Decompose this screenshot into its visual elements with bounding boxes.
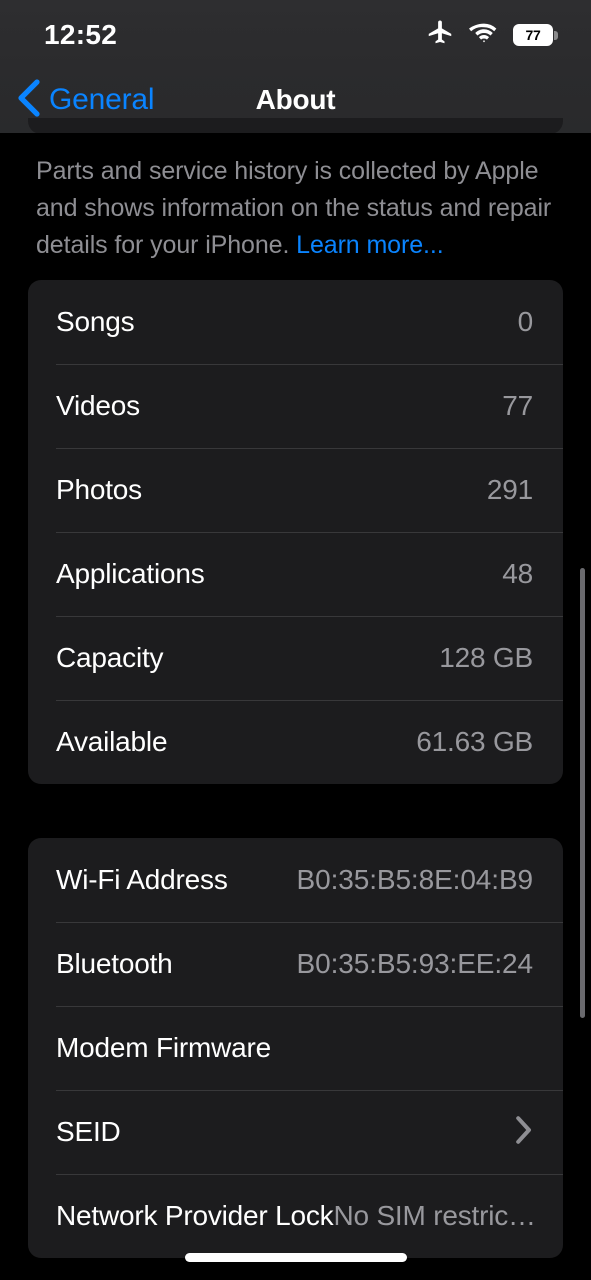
table-row[interactable]: Photos 291 [28, 448, 563, 532]
table-row[interactable]: Wi-Fi Address B0:35:B5:8E:04:B9 [28, 838, 563, 922]
table-row[interactable]: Network Provider Lock No SIM restric… [28, 1174, 563, 1258]
chevron-right-icon [515, 1115, 533, 1150]
row-accessory: No SIM restric… [333, 1200, 536, 1232]
table-row[interactable]: Songs 0 [28, 280, 563, 364]
home-indicator[interactable] [184, 1253, 407, 1262]
status-bar-indicators: 77 [425, 18, 558, 53]
battery-cap [554, 30, 558, 40]
row-value: 128 GB [439, 642, 533, 673]
row-accessory: 291 [487, 474, 533, 506]
row-label: Network Provider Lock [56, 1200, 334, 1231]
table-row[interactable]: Applications 48 [28, 532, 563, 616]
row-accessory: 128 GB [439, 642, 533, 674]
row-value: 77 [502, 390, 533, 421]
row-value: No SIM restric… [333, 1200, 536, 1231]
row-label: Applications [56, 558, 205, 589]
row-label: SEID [56, 1116, 121, 1147]
table-row[interactable]: Modem Firmware [28, 1006, 563, 1090]
table-row[interactable]: SEID [28, 1090, 563, 1174]
row-label: Wi-Fi Address [56, 864, 228, 895]
scrolled-card-edge [28, 118, 563, 134]
row-label: Bluetooth [56, 948, 173, 979]
parts-service-history-note: Parts and service history is collected b… [0, 133, 591, 264]
row-label: Modem Firmware [56, 1032, 272, 1063]
row-accessory [501, 1115, 533, 1150]
chevron-left-icon [16, 78, 42, 123]
vertical-scrollbar[interactable] [580, 568, 585, 1018]
storage-info-group: Songs 0 Videos 77 Photos 291 Application… [28, 280, 563, 784]
row-value: 48 [502, 558, 533, 589]
back-button[interactable]: General [16, 77, 155, 123]
row-value: 291 [486, 474, 533, 505]
note-text: Parts and service history is collected b… [36, 157, 552, 259]
back-button-label: General [49, 82, 155, 116]
row-label: Songs [56, 306, 135, 337]
row-value: B0:35:B5:93:EE:24 [296, 948, 534, 979]
status-bar: 12:52 77 [0, 0, 591, 66]
row-label: Capacity [56, 642, 164, 673]
learn-more-link[interactable]: Learn more... [296, 231, 443, 259]
wifi-icon [468, 21, 500, 50]
table-row[interactable]: Bluetooth B0:35:B5:93:EE:24 [28, 922, 563, 1006]
row-accessory: B0:35:B5:93:EE:24 [296, 948, 534, 980]
iphone-screen: 12:52 77 About General Parts and service… [0, 0, 591, 1280]
row-accessory: 61.63 GB [416, 726, 533, 758]
row-accessory: 77 [502, 390, 533, 422]
table-row[interactable]: Capacity 128 GB [28, 616, 563, 700]
table-row[interactable]: Available 61.63 GB [28, 700, 563, 784]
row-value: 61.63 GB [416, 726, 533, 757]
row-value: 0 [517, 306, 534, 337]
row-label: Available [56, 726, 168, 757]
row-label: Photos [56, 474, 142, 505]
settings-scroll-view[interactable]: Parts and service history is collected b… [0, 133, 591, 1280]
battery-percent-label: 77 [525, 27, 541, 43]
hardware-info-group: Wi-Fi Address B0:35:B5:8E:04:B9 Bluetoot… [28, 838, 563, 1258]
row-label: Videos [56, 390, 140, 421]
row-value: B0:35:B5:8E:04:B9 [296, 864, 534, 895]
table-row[interactable]: Videos 77 [28, 364, 563, 448]
row-accessory: 48 [502, 558, 533, 590]
row-accessory: B0:35:B5:8E:04:B9 [296, 864, 534, 896]
battery-icon: 77 [513, 24, 558, 47]
status-bar-clock: 12:52 [44, 19, 118, 50]
airplane-mode-icon [425, 18, 455, 53]
row-accessory: 0 [517, 306, 534, 338]
